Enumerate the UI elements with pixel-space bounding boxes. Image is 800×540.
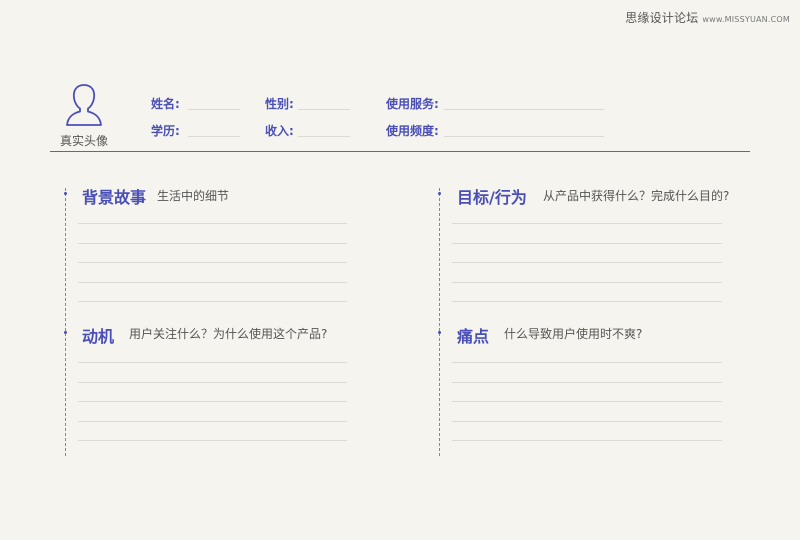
watermark-en: www.MISSYUAN.COM [702,15,790,24]
pain-points-desc: 什么导致用户使用时不爽? [504,327,643,341]
goals-desc: 从产品中获得什么？完成什么目的? [543,189,730,203]
pain-points-note-line[interactable] [452,440,722,441]
goals-note-line[interactable] [452,223,722,224]
background-bullet [64,192,67,195]
motivation-bullet [64,331,67,334]
pain-points-note-line[interactable] [452,421,722,422]
field-label-name: 姓名: [151,97,180,111]
right-timeline-line [439,188,440,456]
frequency-input-line[interactable] [444,136,604,137]
education-input-line[interactable] [188,136,240,137]
header-divider [50,151,750,152]
field-label-service: 使用服务: [386,97,439,111]
pain-points-note-line[interactable] [452,362,722,363]
goals-bullet [438,192,441,195]
field-label-frequency: 使用频度: [386,124,439,138]
motivation-note-line[interactable] [78,421,347,422]
motivation-note-line[interactable] [78,440,347,441]
gender-input-line[interactable] [298,109,350,110]
field-label-education: 学历: [151,124,180,138]
left-timeline-line [65,188,66,456]
pain-points-bullet [438,331,441,334]
motivation-desc: 用户关注什么？为什么使用这个产品? [129,327,328,341]
goals-note-line[interactable] [452,243,722,244]
background-note-line[interactable] [78,282,347,283]
service-input-line[interactable] [444,109,604,110]
pain-points-note-line[interactable] [452,401,722,402]
name-input-line[interactable] [188,109,240,110]
goals-note-line[interactable] [452,301,722,302]
field-label-income: 收入: [265,124,294,138]
motivation-title: 动机 [82,327,115,346]
background-note-line[interactable] [78,243,347,244]
user-avatar-icon [66,84,102,126]
background-desc: 生活中的细节 [157,189,230,203]
motivation-note-line[interactable] [78,401,347,402]
motivation-note-line[interactable] [78,382,347,383]
income-input-line[interactable] [298,136,350,137]
background-note-line[interactable] [78,223,347,224]
goals-note-line[interactable] [452,262,722,263]
pain-points-note-line[interactable] [452,382,722,383]
background-note-line[interactable] [78,301,347,302]
avatar[interactable]: 真实头像 [60,82,108,149]
goals-note-line[interactable] [452,282,722,283]
watermark: 思缘设计论坛 www.MISSYUAN.COM [625,9,790,26]
watermark-cn: 思缘设计论坛 [625,11,699,25]
pain-points-title: 痛点 [457,327,490,346]
background-title: 背景故事 [82,188,147,207]
motivation-note-line[interactable] [78,362,347,363]
avatar-label: 真实头像 [60,134,109,148]
field-label-gender: 性别: [265,97,294,111]
goals-title: 目标/行为 [457,188,527,207]
background-note-line[interactable] [78,262,347,263]
